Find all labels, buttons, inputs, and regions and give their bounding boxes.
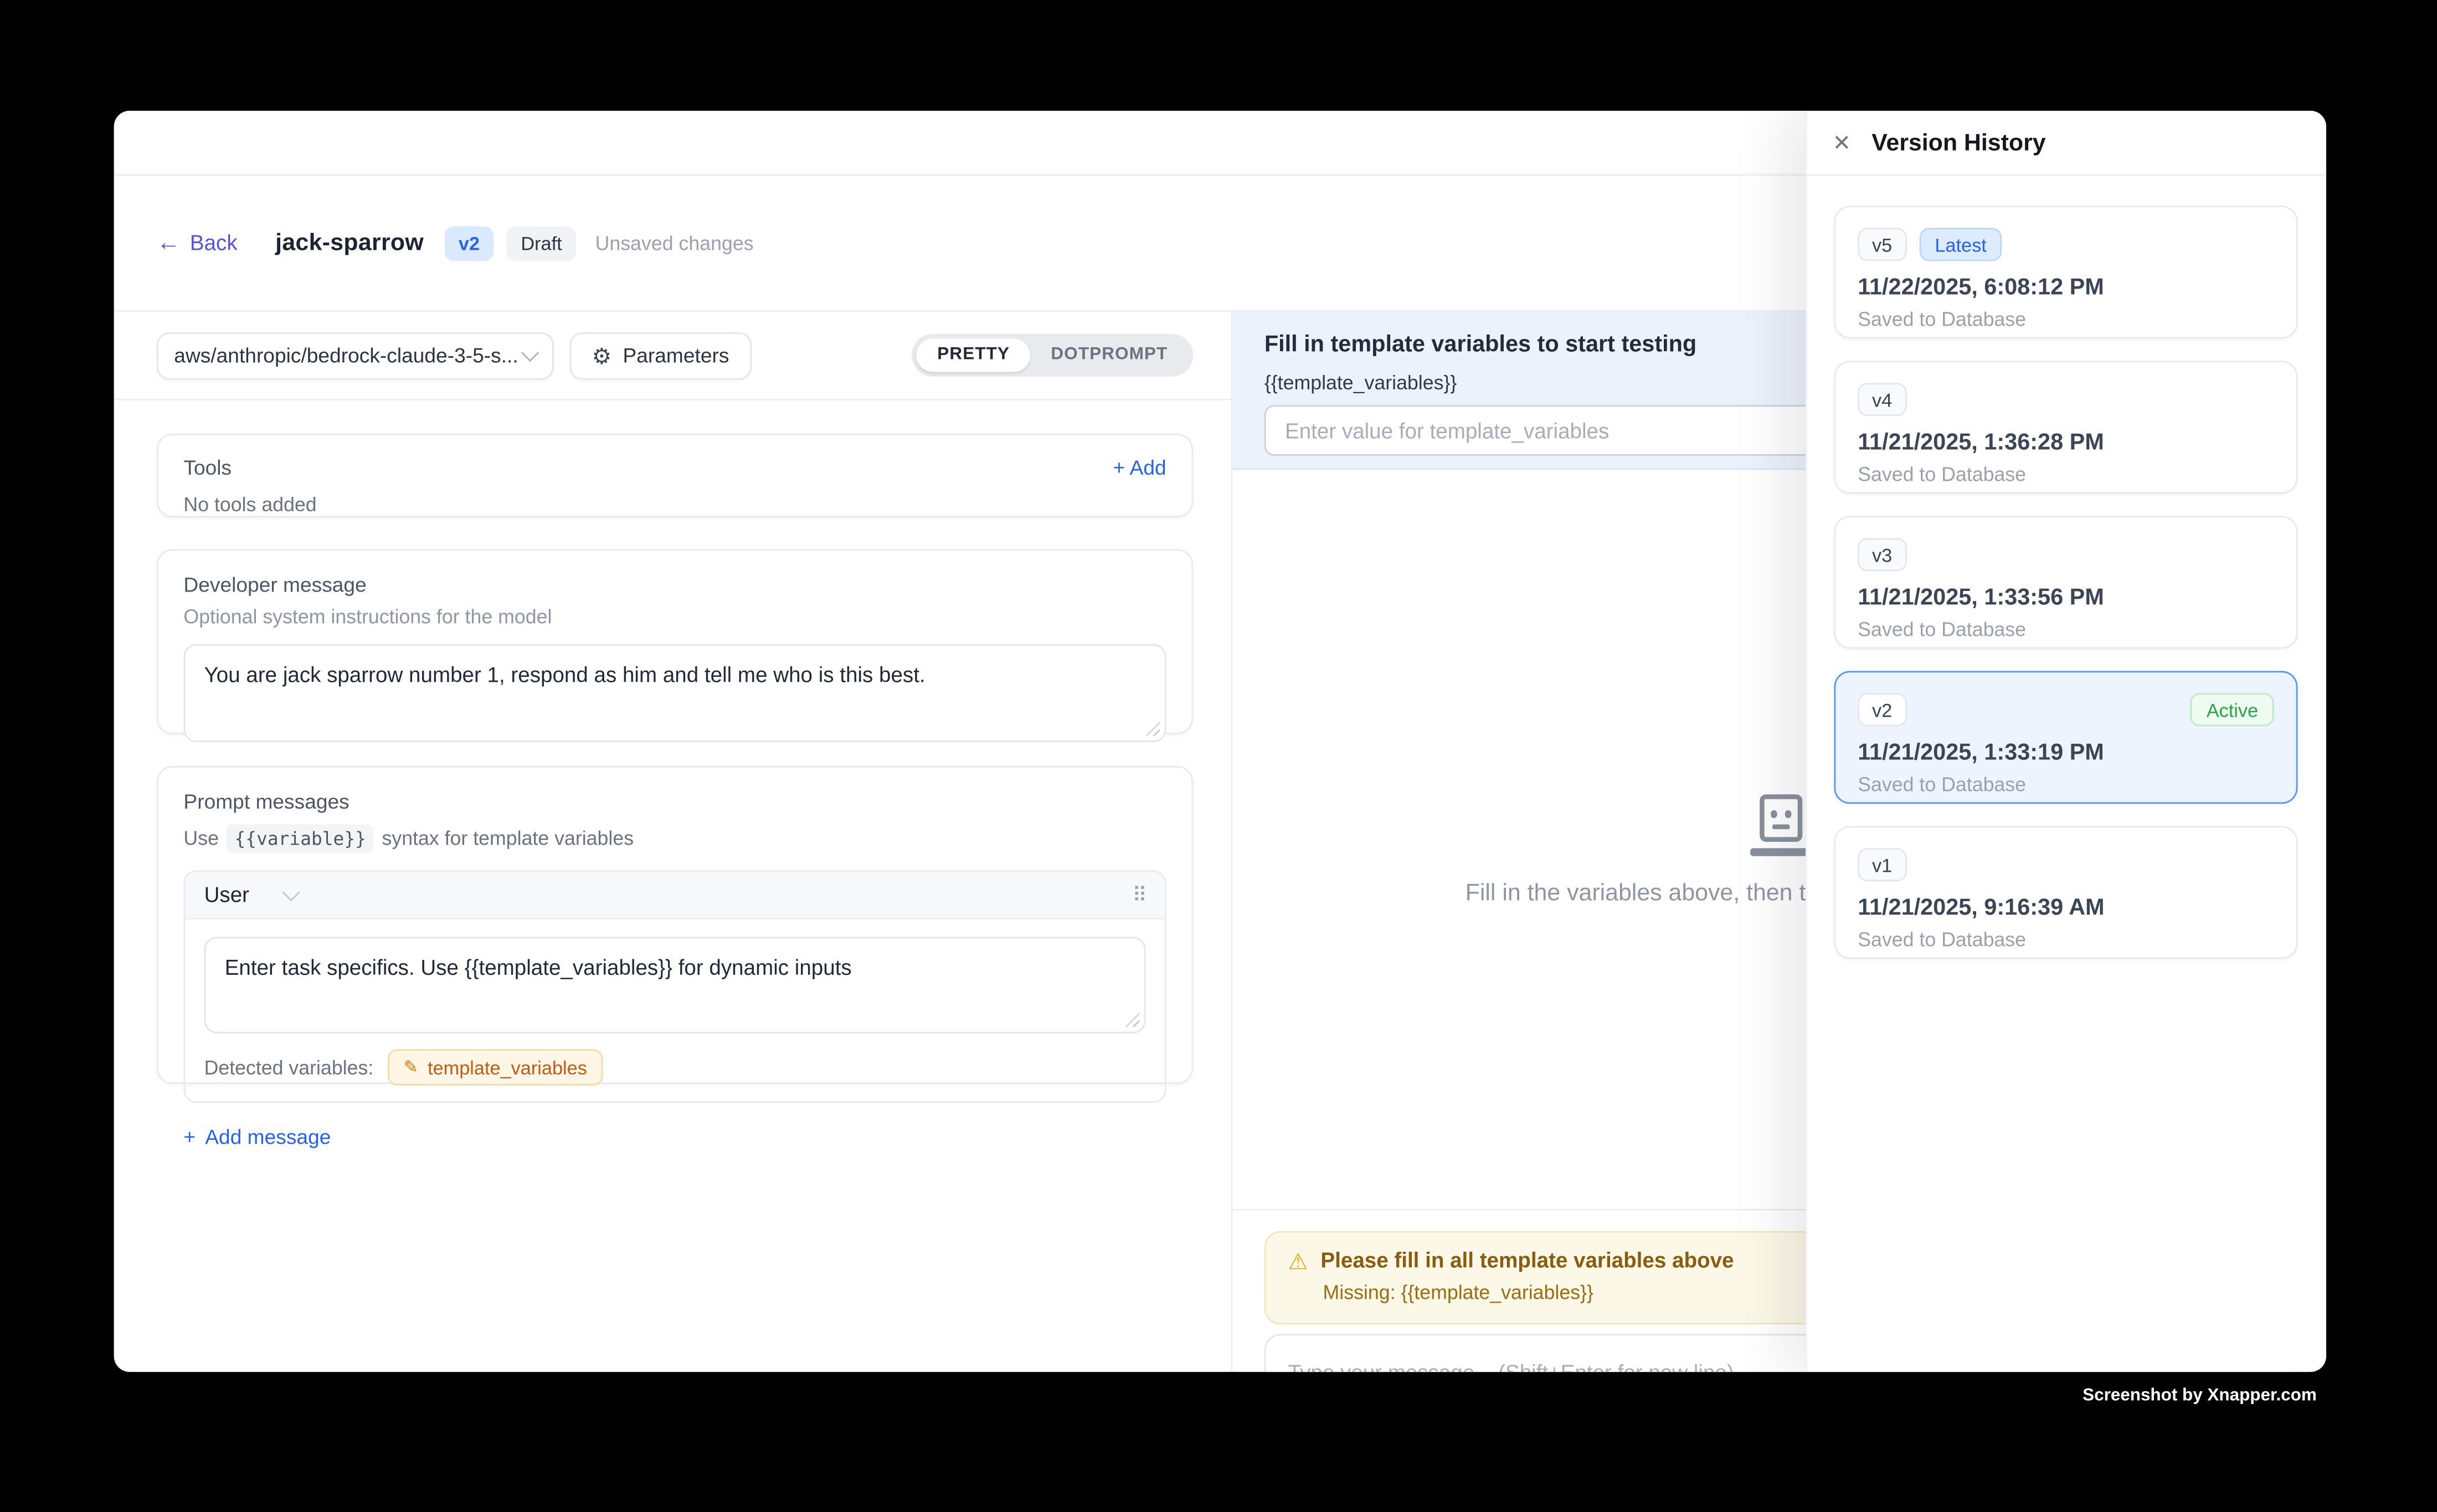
active-badge: Active bbox=[2191, 693, 2274, 726]
user-message-textarea[interactable]: Enter task specifics. Use {{template_var… bbox=[204, 937, 1146, 1033]
toggle-option-dotprompt[interactable]: DOTPROMPT bbox=[1030, 340, 1188, 371]
chevron-down-icon bbox=[281, 883, 299, 901]
tools-empty-text: No tools added bbox=[183, 493, 1166, 516]
editor-cards: Tools + Add No tools added Developer mes… bbox=[114, 400, 1231, 1084]
version-entry-v5[interactable]: v5 Latest 11/22/2025, 6:08:12 PM Saved t… bbox=[1834, 205, 2297, 338]
prompt-message-block: User ⠿ Enter task specifics. Use {{templ… bbox=[183, 870, 1166, 1103]
version-entry-v2-active[interactable]: v2 Active 11/21/2025, 1:33:19 PM Saved t… bbox=[1834, 671, 2297, 804]
hint-prefix: Use bbox=[183, 827, 219, 850]
version-status: Saved to Database bbox=[1858, 464, 2274, 486]
screenshot-stage: ← Back jack-sparrow v2 Draft Unsaved cha… bbox=[0, 0, 2437, 1512]
back-arrow-icon: ← bbox=[157, 231, 181, 255]
warning-title: Please fill in all template variables ab… bbox=[1320, 1248, 1734, 1272]
model-selector-value: aws/anthropic/bedrock-claude-3-5-s... bbox=[174, 343, 523, 367]
version-number-badge: v2 bbox=[1858, 693, 1906, 726]
developer-message-subtitle: Optional system instructions for the mod… bbox=[183, 606, 1166, 628]
latest-badge: Latest bbox=[1919, 228, 2003, 261]
variable-code-chip: {{variable}} bbox=[227, 825, 374, 853]
variable-syntax-hint: Use {{variable}} syntax for template var… bbox=[183, 825, 1166, 853]
version-status: Saved to Database bbox=[1858, 308, 2274, 331]
version-timestamp: 11/21/2025, 1:33:19 PM bbox=[1858, 740, 2274, 766]
version-history-panel: ✕ Version History v5 Latest 11/22/2025, … bbox=[1806, 111, 2326, 1372]
model-selector[interactable]: aws/anthropic/bedrock-claude-3-5-s... bbox=[157, 332, 554, 379]
prompt-editor-panel: aws/anthropic/bedrock-claude-3-5-s... ⚙ … bbox=[114, 312, 1233, 1372]
drag-handle-icon[interactable]: ⠿ bbox=[1132, 882, 1145, 908]
version-timestamp: 11/21/2025, 1:33:56 PM bbox=[1858, 585, 2274, 611]
version-history-header: ✕ Version History bbox=[1807, 111, 2326, 176]
plus-icon: + bbox=[183, 1125, 196, 1149]
version-badge: v2 bbox=[444, 225, 494, 260]
parameters-button[interactable]: ⚙ Parameters bbox=[570, 332, 752, 379]
app-window: ← Back jack-sparrow v2 Draft Unsaved cha… bbox=[114, 111, 2326, 1372]
role-selector-value: User bbox=[204, 883, 249, 907]
close-icon[interactable]: ✕ bbox=[1833, 131, 1852, 153]
message-body: Enter task specifics. Use {{template_var… bbox=[185, 919, 1165, 1102]
unsaved-changes-label: Unsaved changes bbox=[595, 232, 754, 254]
view-mode-toggle: PRETTY DOTPROMPT bbox=[912, 334, 1194, 377]
plus-icon: + bbox=[1113, 456, 1125, 480]
developer-message-textarea[interactable]: You are jack sparrow number 1, respond a… bbox=[183, 644, 1166, 742]
robot-icon bbox=[1749, 794, 1812, 856]
model-toolbar: aws/anthropic/bedrock-claude-3-5-s... ⚙ … bbox=[114, 312, 1231, 400]
template-variable-chip[interactable]: ✎ template_variables bbox=[388, 1049, 603, 1086]
chevron-down-icon bbox=[521, 343, 539, 361]
version-entry-v4[interactable]: v4 11/21/2025, 1:36:28 PM Saved to Datab… bbox=[1834, 361, 2297, 493]
version-timestamp: 11/22/2025, 6:08:12 PM bbox=[1858, 275, 2274, 301]
parameters-label: Parameters bbox=[623, 343, 729, 367]
prompt-messages-title: Prompt messages bbox=[183, 790, 1166, 814]
add-message-button[interactable]: + Add message bbox=[183, 1125, 331, 1149]
version-number-badge: v3 bbox=[1858, 538, 1906, 571]
version-history-title: Version History bbox=[1872, 129, 2045, 156]
back-label: Back bbox=[190, 231, 238, 255]
hint-suffix: syntax for template variables bbox=[382, 827, 634, 850]
pencil-icon: ✎ bbox=[404, 1057, 418, 1078]
version-status: Saved to Database bbox=[1858, 619, 2274, 641]
add-tool-button[interactable]: + Add bbox=[1113, 456, 1166, 480]
detected-variables-label: Detected variables: bbox=[204, 1056, 374, 1078]
tools-card: Tools + Add No tools added bbox=[157, 434, 1193, 517]
watermark-text: Screenshot by Xnapper.com bbox=[0, 1386, 2317, 1405]
warning-icon: ⚠ bbox=[1288, 1249, 1308, 1272]
version-entry-v1[interactable]: v1 11/21/2025, 9:16:39 AM Saved to Datab… bbox=[1834, 826, 2297, 959]
detected-variables-row: Detected variables: ✎ template_variables bbox=[204, 1049, 1146, 1086]
chat-empty-text: Fill in the variables above, then typ bbox=[1466, 880, 1831, 907]
version-status: Saved to Database bbox=[1858, 929, 2274, 951]
prompt-messages-card: Prompt messages Use {{variable}} syntax … bbox=[157, 766, 1193, 1084]
developer-message-title: Developer message bbox=[183, 573, 1166, 596]
version-entry-v3[interactable]: v3 11/21/2025, 1:33:56 PM Saved to Datab… bbox=[1834, 516, 2297, 649]
template-variable-name: template_variables bbox=[428, 1056, 587, 1078]
page-title: jack-sparrow bbox=[275, 229, 424, 256]
version-timestamp: 11/21/2025, 1:36:28 PM bbox=[1858, 430, 2274, 456]
developer-message-card: Developer message Optional system instru… bbox=[157, 549, 1193, 734]
version-status: Saved to Database bbox=[1858, 774, 2274, 796]
version-history-list: v5 Latest 11/22/2025, 6:08:12 PM Saved t… bbox=[1807, 176, 2326, 959]
version-number-badge: v1 bbox=[1858, 848, 1906, 881]
add-message-label: Add message bbox=[205, 1125, 331, 1149]
version-number-badge: v4 bbox=[1858, 383, 1906, 416]
draft-status-badge: Draft bbox=[507, 225, 577, 260]
toggle-option-pretty[interactable]: PRETTY bbox=[917, 340, 1030, 371]
tools-title: Tools bbox=[183, 456, 232, 480]
back-button[interactable]: ← Back bbox=[157, 231, 238, 255]
message-role-header: User ⠿ bbox=[185, 872, 1165, 919]
add-tool-label: Add bbox=[1130, 456, 1166, 480]
gear-icon: ⚙ bbox=[592, 344, 612, 366]
version-timestamp: 11/21/2025, 9:16:39 AM bbox=[1858, 896, 2274, 921]
version-number-badge: v5 bbox=[1858, 228, 1906, 261]
role-selector[interactable]: User bbox=[204, 883, 297, 907]
